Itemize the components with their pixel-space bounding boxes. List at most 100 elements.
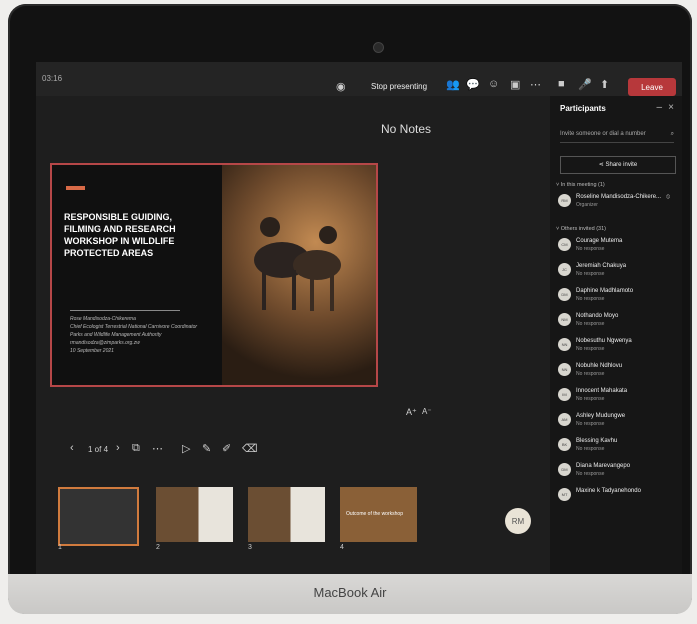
- slide-meta-line: Rose Mandisodza-Chikerema: [70, 316, 136, 322]
- participant-row[interactable]: NN Nobuhle Ndhlovu No response: [558, 363, 678, 385]
- leave-button[interactable]: Leave: [628, 78, 676, 96]
- mic-icon[interactable]: 🎤: [578, 78, 592, 91]
- thumbnail-1[interactable]: [58, 487, 139, 546]
- font-increase-button[interactable]: A⁺: [406, 407, 417, 418]
- slide-title: RESPONSIBLE GUIDING, FILMING AND RESEARC…: [64, 211, 214, 259]
- participants-icon[interactable]: 👥: [446, 78, 460, 91]
- pointer-icon[interactable]: ▷: [182, 442, 190, 455]
- participant-name: Jeremiah Chakuya: [576, 263, 627, 269]
- participant-row[interactable]: BK Blessing Kavhu No response: [558, 438, 678, 460]
- participant-name: Courage Mutema: [576, 238, 623, 244]
- invite-input[interactable]: Invite someone or dial a number ⌕: [560, 126, 674, 143]
- participant-status: No response: [576, 346, 605, 352]
- slide-meta-line: Parks and Wildlife Management Authority: [70, 332, 162, 338]
- participant-status: Organizer: [576, 202, 598, 208]
- avatar: NM: [558, 313, 571, 326]
- participant-row[interactable]: RM Roseline Mandisodza-Chikere... Organi…: [558, 194, 678, 216]
- thumbnail-3[interactable]: [248, 487, 325, 542]
- eye-icon[interactable]: ◉: [336, 80, 346, 93]
- participant-status: No response: [576, 421, 605, 427]
- slide-accent-bar: [66, 186, 85, 190]
- thumbnail-number: 1: [58, 544, 62, 551]
- participant-row[interactable]: JC Jeremiah Chakuya No response: [558, 263, 678, 285]
- participant-row[interactable]: MT Maxine k Tadyanehondo: [558, 488, 678, 510]
- participant-row[interactable]: NN Nobesuthu Ngwenya No response: [558, 338, 678, 360]
- slide-meta: Rose Mandisodza-Chikerema Chief Ecologis…: [70, 315, 220, 355]
- participant-name: Nobuhle Ndhlovu: [576, 363, 623, 369]
- participant-status: No response: [576, 271, 605, 277]
- participant-row[interactable]: DM Daphine Madhlamoto No response: [558, 288, 678, 310]
- wild-dogs-illustration: [254, 217, 341, 311]
- avatar: DM: [558, 463, 571, 476]
- avatar: CM: [558, 238, 571, 251]
- mic-off-icon: ⦸: [666, 194, 670, 200]
- slide-title-line: FILMING AND RESEARCH: [64, 224, 176, 234]
- slide-title-line: RESPONSIBLE GUIDING,: [64, 212, 173, 222]
- participant-name: Blessing Kavhu: [576, 438, 618, 444]
- participant-status: No response: [576, 321, 605, 327]
- thumbnail-4[interactable]: Outcome of the workshop: [340, 487, 417, 542]
- highlighter-icon[interactable]: ✐: [222, 442, 231, 455]
- participant-row[interactable]: DM Diana Marevangepo No response: [558, 463, 678, 485]
- participant-status: No response: [576, 296, 605, 302]
- share-screen-icon[interactable]: ⬆: [600, 78, 609, 91]
- participant-row[interactable]: CM Courage Mutema No response: [558, 238, 678, 260]
- participant-status: No response: [576, 396, 605, 402]
- laptop-brand: MacBook Air: [313, 585, 387, 600]
- no-notes-label: No Notes: [381, 122, 432, 136]
- share-invite-label: Share invite: [605, 162, 638, 168]
- slide-meta-line: 10 September 2021: [70, 348, 114, 354]
- more-options-icon[interactable]: ⋯: [152, 442, 163, 455]
- chat-icon[interactable]: 💬: [466, 78, 480, 91]
- prev-slide-icon[interactable]: ‹: [70, 442, 74, 454]
- stop-presenting-button[interactable]: Stop presenting: [371, 82, 427, 91]
- rooms-icon[interactable]: ▣: [510, 78, 520, 91]
- presenter-avatar[interactable]: RM: [505, 508, 531, 534]
- in-meeting-label: In this meeting (1): [560, 182, 605, 188]
- thumbnail-caption: Outcome of the workshop: [346, 511, 403, 517]
- participant-name: Roseline Mandisodza-Chikere...: [576, 194, 662, 200]
- avatar: IM: [558, 388, 571, 401]
- thumbnail-2[interactable]: [156, 487, 233, 542]
- share-icon: ⋖: [598, 162, 606, 168]
- camera: [373, 42, 384, 53]
- slide-counter: 1 of 4: [88, 445, 109, 454]
- grid-view-icon[interactable]: ⧉: [132, 442, 140, 455]
- participant-row[interactable]: IM Innocent Mahakata No response: [558, 388, 678, 410]
- laptop-bezel: 03:16 ◉ Stop presenting 👥 💬 ☺ ▣ ⋯ ■ 🎤 ⬆ …: [8, 4, 692, 614]
- clock: 03:16: [42, 74, 63, 83]
- share-invite-button[interactable]: ⋖ Share invite: [560, 156, 676, 174]
- participant-row[interactable]: NM Nothando Moyo No response: [558, 313, 678, 335]
- slide-title-line: WORKSHOP IN WILDLIFE: [64, 236, 175, 246]
- participant-row[interactable]: AM Ashley Mudungwe No response: [558, 413, 678, 435]
- in-meeting-section[interactable]: ˅ In this meeting (1): [556, 182, 605, 188]
- search-icon: ⌕: [670, 131, 674, 137]
- participant-status: No response: [576, 246, 605, 252]
- next-slide-icon[interactable]: ›: [116, 442, 120, 454]
- participant-name: Nobesuthu Ngwenya: [576, 338, 632, 344]
- participants-panel: Participants – × Invite someone or dial …: [550, 96, 682, 577]
- avatar: DM: [558, 288, 571, 301]
- reactions-icon[interactable]: ☺: [488, 78, 499, 90]
- participant-name: Daphine Madhlamoto: [576, 288, 634, 294]
- avatar: RM: [558, 194, 571, 207]
- participant-name: Innocent Mahakata: [576, 388, 628, 394]
- eraser-icon[interactable]: ⌫: [242, 442, 258, 455]
- thumbnail-number: 3: [248, 544, 252, 551]
- others-section[interactable]: ˅ Others invited (31): [556, 226, 606, 232]
- minimize-icon[interactable]: –: [656, 102, 662, 113]
- slide-divider: [70, 310, 180, 311]
- close-icon[interactable]: ×: [668, 102, 674, 113]
- more-icon[interactable]: ⋯: [530, 78, 541, 91]
- font-increase-label: A: [406, 407, 413, 417]
- pen-icon[interactable]: ✎: [202, 442, 211, 455]
- participant-status: No response: [576, 446, 605, 452]
- font-decrease-label: A: [422, 407, 428, 416]
- camera-icon[interactable]: ■: [558, 78, 565, 90]
- thumbnail-number: 2: [156, 544, 160, 551]
- participants-title: Participants: [560, 104, 606, 113]
- font-decrease-button[interactable]: A⁻: [422, 407, 432, 416]
- invite-placeholder: Invite someone or dial a number: [560, 131, 646, 137]
- others-label: Others invited (31): [560, 226, 606, 232]
- participant-name: Ashley Mudungwe: [576, 413, 626, 419]
